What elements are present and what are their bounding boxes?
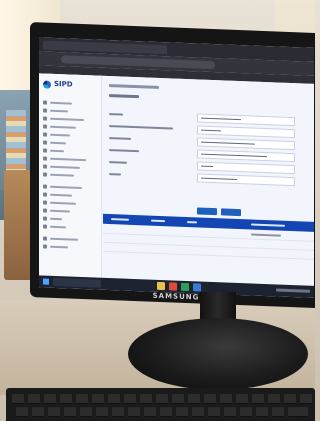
form-field[interactable] — [197, 149, 295, 163]
monitor-screen: SIPD — [39, 37, 314, 298]
monitor: SIPD SAMSUNG — [30, 22, 315, 309]
chair — [4, 170, 32, 280]
photo-scene: SIPD SAMSUNG — [0, 0, 315, 421]
taskbar-search[interactable] — [53, 277, 101, 288]
form-field[interactable] — [197, 125, 295, 139]
form-field[interactable] — [197, 137, 295, 151]
taskbar-app-icon[interactable] — [157, 281, 165, 291]
system-tray[interactable] — [276, 288, 310, 293]
form-field[interactable] — [197, 161, 295, 175]
sidebar-item[interactable] — [43, 171, 97, 179]
sidebar-item[interactable] — [43, 131, 97, 139]
logo-text: SIPD — [54, 79, 73, 89]
sidebar-item[interactable] — [43, 155, 97, 163]
form-field[interactable] — [197, 113, 295, 127]
sidebar-item[interactable] — [43, 123, 97, 131]
logo-icon — [43, 80, 51, 89]
sidebar-item[interactable] — [43, 199, 97, 207]
sidebar-item[interactable] — [43, 147, 97, 155]
keyboard — [6, 388, 315, 421]
main-content — [103, 76, 314, 286]
secondary-button[interactable] — [221, 208, 241, 217]
app-logo: SIPD — [43, 79, 89, 91]
sidebar-item[interactable] — [43, 107, 97, 115]
sidebar-item[interactable] — [43, 115, 97, 123]
primary-button[interactable] — [197, 207, 217, 216]
sidebar-item[interactable] — [43, 223, 97, 231]
sidebar-item[interactable] — [43, 183, 97, 191]
sidebar-item[interactable] — [43, 207, 97, 215]
sidebar: SIPD — [39, 73, 102, 278]
breadcrumb — [109, 84, 159, 89]
monitor-stand-base — [128, 318, 308, 390]
sidebar-item[interactable] — [43, 163, 97, 171]
web-app: SIPD — [39, 73, 314, 286]
page-heading — [109, 94, 139, 99]
taskbar-app-icon[interactable] — [169, 282, 177, 291]
taskbar-app-icon[interactable] — [193, 283, 201, 292]
sidebar-item[interactable] — [43, 191, 97, 199]
sidebar-item[interactable] — [43, 243, 97, 251]
sidebar-item[interactable] — [43, 235, 97, 243]
form-field[interactable] — [197, 173, 295, 187]
button-group — [197, 207, 257, 217]
sidebar-item[interactable] — [43, 99, 97, 107]
sidebar-item[interactable] — [43, 139, 97, 147]
sidebar-item[interactable] — [43, 215, 97, 223]
taskbar-app-icon[interactable] — [181, 282, 189, 292]
windows-start-icon[interactable] — [43, 278, 49, 285]
